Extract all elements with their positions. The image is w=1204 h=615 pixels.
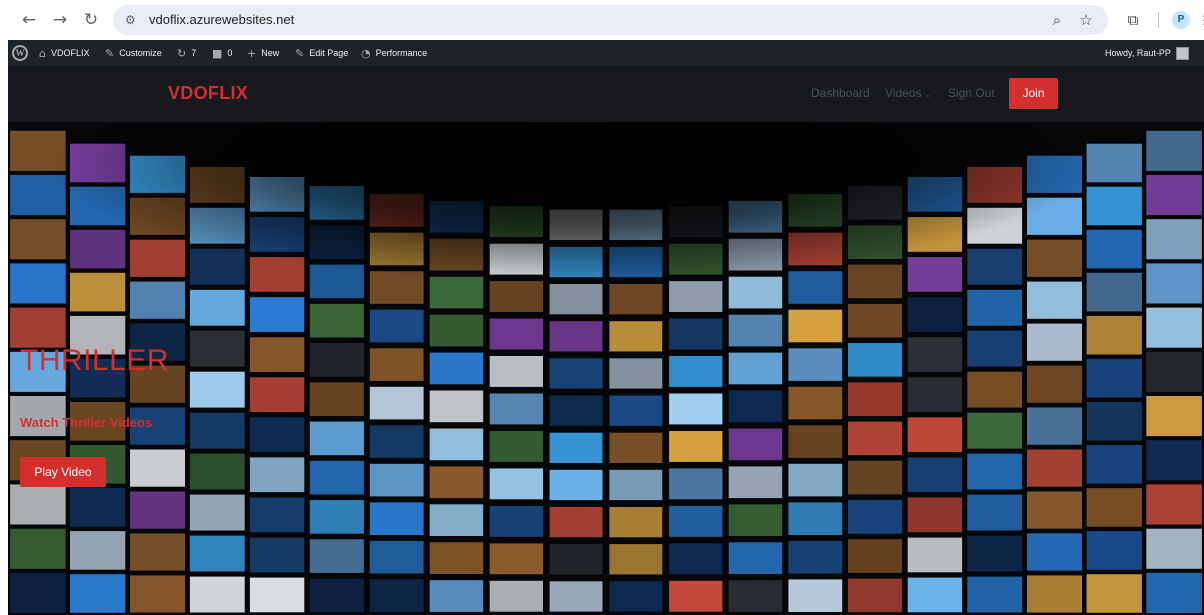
plus-icon: + [247, 46, 257, 60]
address-bar[interactable]: ⚙ vdoflix.azurewebsites.net ⌕ ☆ [113, 5, 1108, 35]
forward-icon[interactable]: → [49, 9, 71, 31]
toolbar-divider [1158, 12, 1159, 28]
admin-bar-site-label: VDOFLIX [50, 48, 90, 58]
dashboard-icon: ⌂ [39, 46, 46, 60]
wp-admin-bar: W ⌂ VDOFLIX ✎ Customize ↻ 7 ■ 0 + New ✎ … [8, 40, 1204, 66]
back-icon[interactable]: ← [18, 9, 40, 31]
site-info-icon[interactable]: ⚙ [125, 12, 141, 28]
admin-bar-account[interactable]: Howdy, Raut-PP [1105, 40, 1189, 66]
admin-bar-new-label: New [261, 48, 280, 58]
hero-title: THRILLER [20, 344, 170, 377]
hero-banner: THRILLER Watch Thriller Videos Play Vide… [8, 122, 1204, 615]
updates-icon: ↻ [177, 46, 187, 60]
browser-toolbar: ← → ↻ ⚙ vdoflix.azurewebsites.net ⌕ ☆ ⧉ … [0, 0, 1204, 40]
zoom-icon[interactable]: ⌕ [1047, 10, 1067, 30]
nav-videos-label: Videos [885, 86, 922, 100]
site-logo[interactable]: VDOFLIX [168, 83, 248, 104]
admin-bar-comments[interactable]: ■ 0 [212, 40, 232, 66]
url-text[interactable]: vdoflix.azurewebsites.net [149, 12, 294, 27]
admin-bar-performance[interactable]: ◔ Performance [361, 40, 427, 66]
hero-subtitle: Watch Thriller Videos [20, 415, 153, 430]
admin-bar-updates-count: 7 [191, 48, 197, 58]
extensions-icon[interactable]: ⧉ [1122, 9, 1144, 31]
admin-bar-customize[interactable]: ✎ Customize [105, 40, 162, 66]
site-header: VDOFLIX Dashboard Videos ⌄ Sign Out Join [8, 66, 1204, 122]
nav-sign-out-link[interactable]: Sign Out [948, 86, 995, 100]
user-avatar [1175, 46, 1189, 60]
join-button[interactable]: Join [1009, 78, 1058, 109]
admin-bar-performance-label: Performance [375, 48, 428, 58]
admin-bar-comments-count: 0 [227, 48, 233, 58]
performance-icon: ◔ [361, 46, 371, 60]
reload-icon[interactable]: ↻ [80, 9, 102, 31]
admin-bar-edit-page[interactable]: ✎ Edit Page [295, 40, 348, 66]
comment-icon: ■ [212, 46, 223, 60]
wordpress-logo-icon[interactable]: W [12, 45, 28, 61]
admin-bar-customize-label: Customize [119, 48, 162, 58]
admin-bar-updates[interactable]: ↻ 7 [177, 40, 196, 66]
nav-videos-link[interactable]: Videos ⌄ [885, 86, 931, 100]
pencil-icon: ✎ [295, 46, 305, 60]
bookmark-star-icon[interactable]: ☆ [1076, 10, 1096, 30]
browser-menu-icon[interactable]: ⋮ [1198, 12, 1204, 28]
chevron-down-icon: ⌄ [924, 90, 932, 99]
howdy-text: Howdy, Raut-PP [1105, 48, 1171, 58]
admin-bar-edit-page-label: Edit Page [309, 48, 349, 58]
brush-icon: ✎ [105, 46, 115, 60]
admin-bar-new[interactable]: + New [247, 40, 279, 66]
hero-shade [8, 122, 1204, 615]
admin-bar-site-name[interactable]: ⌂ VDOFLIX [39, 40, 90, 66]
nav-dashboard-link[interactable]: Dashboard [811, 86, 870, 100]
profile-avatar[interactable]: P [1172, 11, 1190, 29]
play-video-button[interactable]: Play Video [20, 457, 106, 487]
